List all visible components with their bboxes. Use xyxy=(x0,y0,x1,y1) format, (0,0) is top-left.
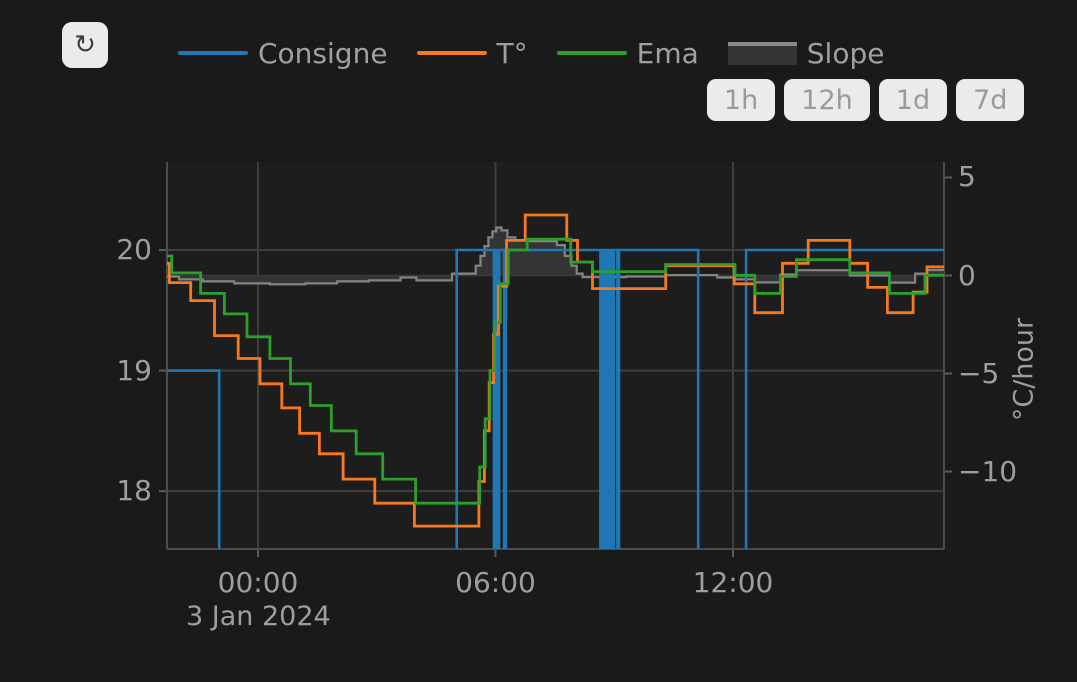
series-consigne xyxy=(167,250,944,549)
y-left-tick-label: 20 xyxy=(95,233,152,267)
legend-label: T° xyxy=(497,37,528,70)
legend-line-swatch xyxy=(557,51,627,55)
legend-item-slope: Slope xyxy=(728,37,885,70)
y-left-tick-label: 18 xyxy=(95,474,152,508)
y-right-tick-label: −5 xyxy=(958,357,999,391)
legend-item-t: T° xyxy=(417,37,528,70)
range-button-1d[interactable]: 1d xyxy=(879,79,947,121)
legend-line-swatch xyxy=(417,51,487,55)
legend-item-consigne: Consigne xyxy=(178,37,388,70)
thermostat-chart-screen: ↻ Consigne T° Ema Slope 1h12h1d7d 00:00 06:0… xyxy=(0,0,1077,682)
legend-label: Ema xyxy=(637,37,699,70)
slope-area-fill xyxy=(167,228,944,285)
y-right-tick-label: 0 xyxy=(958,259,976,293)
x-tick-label: 00:00 xyxy=(188,566,328,600)
x-tick-label: 06:00 xyxy=(426,566,566,600)
chart-legend: Consigne T° Ema Slope xyxy=(178,37,884,69)
range-button-1h[interactable]: 1h xyxy=(707,79,775,121)
x-tick-label: 12:00 xyxy=(663,566,803,600)
legend-item-ema: Ema xyxy=(557,37,699,70)
legend-label: Consigne xyxy=(258,37,388,70)
legend-label: Slope xyxy=(807,37,885,70)
y-right-tick-label: 5 xyxy=(958,160,976,194)
legend-area-swatch xyxy=(728,42,797,65)
range-button-7d[interactable]: 7d xyxy=(956,79,1024,121)
range-button-12h[interactable]: 12h xyxy=(784,79,869,121)
x-axis-date-label: 3 Jan 2024 xyxy=(186,601,331,632)
legend-line-swatch xyxy=(178,51,248,55)
range-buttons: 1h12h1d7d xyxy=(707,79,1024,121)
refresh-button[interactable]: ↻ xyxy=(62,22,108,68)
refresh-icon: ↻ xyxy=(74,30,96,60)
y-left-tick-label: 19 xyxy=(95,354,152,388)
plot-area xyxy=(167,162,944,549)
right-axis-title: °C/hour xyxy=(1009,290,1040,450)
y-right-tick-label: −10 xyxy=(958,455,1017,489)
